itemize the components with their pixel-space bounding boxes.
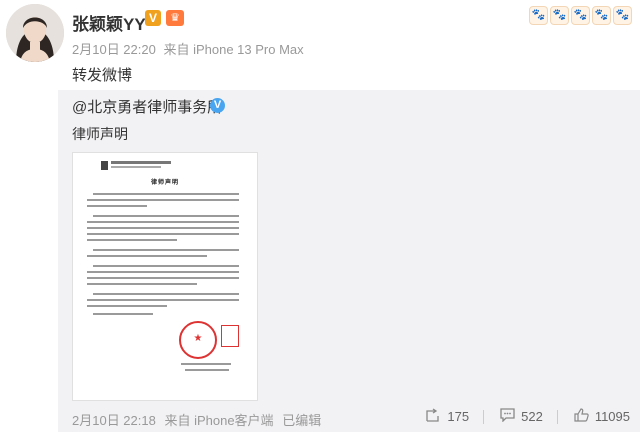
original-source: 来自 iPhone客户端 <box>164 413 274 428</box>
attached-document-image[interactable]: 律师声明 ★ <box>72 152 258 401</box>
original-date[interactable]: 2月10日 22:18 <box>72 413 156 428</box>
forward-button[interactable]: 175 <box>426 408 469 425</box>
like-count: 11095 <box>594 409 630 424</box>
text-line <box>87 205 147 207</box>
paw-icon: 🐾 <box>550 6 569 25</box>
text-line <box>185 369 229 371</box>
text-line <box>93 265 239 267</box>
letterhead-logo-icon <box>101 161 108 170</box>
post-date[interactable]: 2月10日 22:20 <box>72 42 156 57</box>
law-firm-seal-icon: ★ <box>179 321 217 359</box>
repost-footer-meta: 2月10日 22:18 来自 iPhone客户端 已编辑 <box>72 410 326 429</box>
verified-badge-icon: V <box>145 10 161 26</box>
paw-icon: 🐾 <box>571 6 590 25</box>
avatar[interactable] <box>6 4 64 62</box>
text-line <box>87 277 239 279</box>
username[interactable]: 张颖颖YY <box>72 10 146 35</box>
text-line <box>87 221 239 223</box>
text-line <box>87 239 177 241</box>
decorative-paw-badges: 🐾 🐾 🐾 🐾 🐾 <box>529 6 632 25</box>
text-line <box>93 313 153 315</box>
post-source: 来自 iPhone 13 Pro Max <box>163 42 304 57</box>
text-line <box>87 227 239 229</box>
repost-card[interactable]: @北京勇者律师事务所 V 律师声明 律师声明 ★ 2月10日 22:18 来自 … <box>58 90 640 432</box>
comment-button[interactable]: 522 <box>500 408 543 425</box>
text-line <box>87 199 239 201</box>
forward-icon <box>426 408 441 425</box>
text-line <box>87 283 197 285</box>
avatar-image <box>6 4 64 62</box>
text-line <box>93 215 239 217</box>
divider <box>483 409 485 424</box>
edited-label[interactable]: 已编辑 <box>282 413 321 428</box>
divider <box>556 409 558 424</box>
repost-actions: 175 522 11095 <box>410 408 630 425</box>
text-line <box>87 233 239 235</box>
letterhead-line <box>111 161 171 164</box>
text-line <box>93 293 239 295</box>
text-line <box>87 305 167 307</box>
paw-icon: 🐾 <box>592 6 611 25</box>
document-title: 律师声明 <box>150 180 179 186</box>
like-button[interactable]: 11095 <box>574 408 630 425</box>
paw-icon: 🐾 <box>613 6 632 25</box>
comment-icon <box>500 408 515 425</box>
verified-icon: V <box>210 98 225 113</box>
post-text: 转发微博 <box>72 67 133 84</box>
text-line <box>87 255 207 257</box>
lawyer-stamp-icon <box>221 325 239 347</box>
text-line <box>87 271 239 273</box>
comment-count: 522 <box>521 409 543 424</box>
text-line <box>181 363 231 365</box>
letterhead-line <box>111 166 161 168</box>
post-meta: 2月10日 22:20 来自 iPhone 13 Pro Max <box>72 39 308 58</box>
original-user-link[interactable]: @北京勇者律师事务所 <box>72 96 222 117</box>
original-post-text: 律师声明 <box>72 126 128 142</box>
paw-icon: 🐾 <box>529 6 548 25</box>
text-line <box>87 299 239 301</box>
like-icon <box>574 408 589 425</box>
forward-count: 175 <box>447 409 470 424</box>
text-line <box>93 249 239 251</box>
member-crown-icon: ♛ <box>166 10 184 26</box>
text-line <box>93 193 239 195</box>
